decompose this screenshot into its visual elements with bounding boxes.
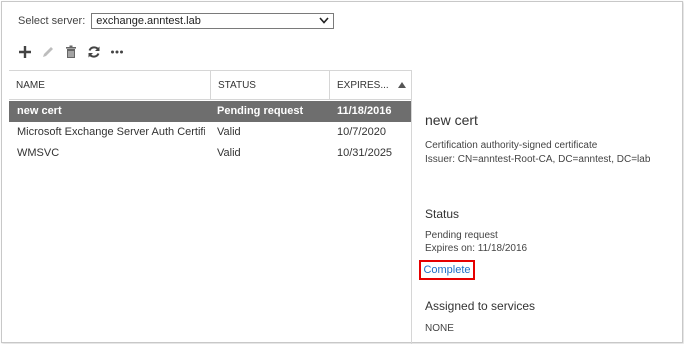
details-title: new cert xyxy=(425,112,478,128)
table-row[interactable]: WMSVC Valid 10/31/2025 xyxy=(9,143,411,164)
complete-link[interactable]: Complete xyxy=(423,264,470,276)
cert-status: Valid xyxy=(217,126,241,138)
certificates-panel: Select server: exchange.anntest.lab NAME… xyxy=(1,1,683,344)
grid-header: NAME STATUS EXPIRES... xyxy=(9,70,411,100)
column-header-status[interactable]: STATUS xyxy=(211,71,329,99)
cert-status: Pending request xyxy=(217,105,304,117)
complete-highlight: Complete xyxy=(419,260,475,280)
delete-icon[interactable] xyxy=(62,43,80,61)
column-header-status-label: STATUS xyxy=(218,79,256,91)
column-header-expires-label: EXPIRES... xyxy=(337,79,389,91)
refresh-icon[interactable] xyxy=(85,43,103,61)
services-value: NONE xyxy=(425,323,454,334)
certificate-type: Certification authority-signed certifica… xyxy=(425,140,598,151)
cert-name: WMSVC xyxy=(17,147,60,159)
cert-status: Valid xyxy=(217,147,241,159)
services-heading: Assigned to services xyxy=(425,299,536,313)
server-label: Select server: xyxy=(18,15,86,27)
add-icon[interactable] xyxy=(16,43,34,61)
chevron-down-icon xyxy=(319,15,329,27)
cert-expires: 10/31/2025 xyxy=(337,147,393,159)
table-row[interactable]: Microsoft Exchange Server Auth Certifi..… xyxy=(9,122,411,143)
server-value: exchange.anntest.lab xyxy=(96,15,201,27)
cert-name: new cert xyxy=(17,105,62,117)
table-row[interactable]: new cert Pending request 11/18/2016 xyxy=(9,101,411,122)
pane-divider xyxy=(411,70,412,344)
sort-ascending-icon xyxy=(398,82,406,88)
column-header-name[interactable]: NAME xyxy=(9,71,210,99)
toolbar xyxy=(16,43,131,61)
cert-name: Microsoft Exchange Server Auth Certifi..… xyxy=(17,126,205,138)
server-dropdown[interactable]: exchange.anntest.lab xyxy=(91,13,335,29)
certificate-issuer: Issuer: CN=anntest-Root-CA, DC=anntest, … xyxy=(425,154,651,165)
edit-icon[interactable] xyxy=(39,43,57,61)
status-value: Pending request xyxy=(425,230,498,241)
column-header-name-label: NAME xyxy=(16,79,45,91)
cert-expires: 10/7/2020 xyxy=(337,126,386,138)
expires-on: Expires on: 11/18/2016 xyxy=(425,243,528,254)
column-header-expires[interactable]: EXPIRES... xyxy=(330,71,411,99)
cert-expires: 11/18/2016 xyxy=(337,105,392,117)
status-heading: Status xyxy=(425,207,460,221)
more-icon[interactable] xyxy=(108,43,126,61)
server-selector: Select server: exchange.anntest.lab xyxy=(18,12,335,30)
